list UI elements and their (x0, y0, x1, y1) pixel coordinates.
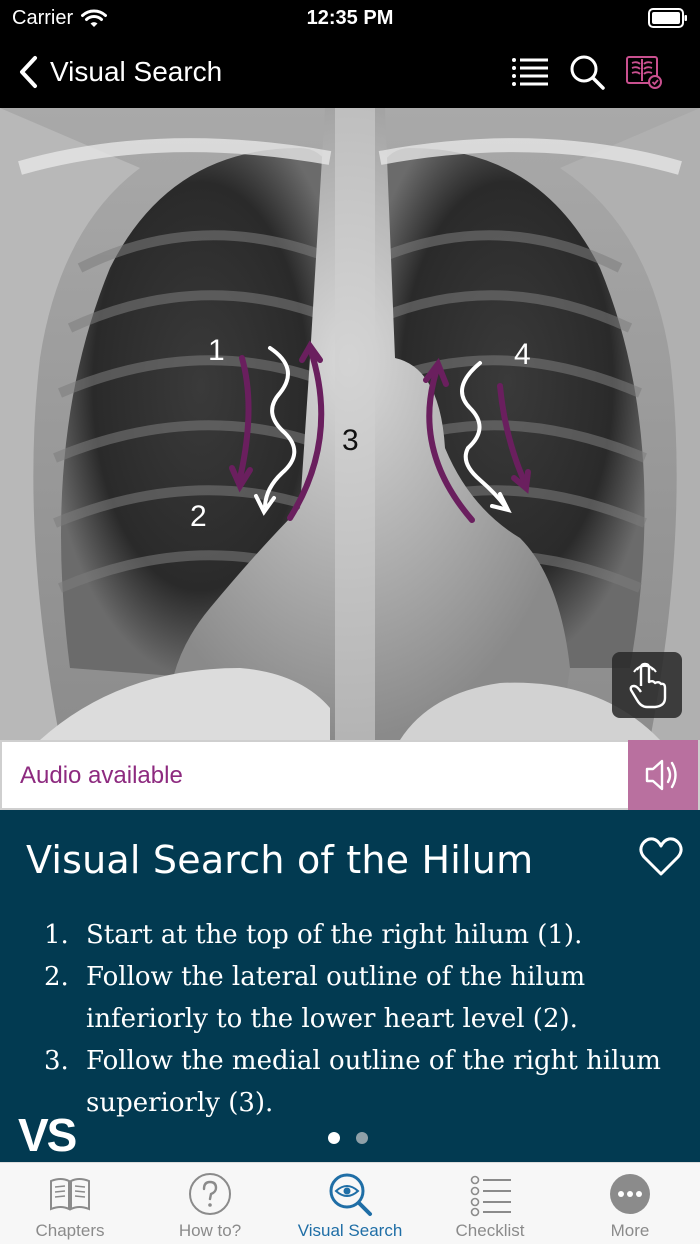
page-dot-1[interactable] (328, 1132, 340, 1144)
list-item: 3. Follow the medial outline of the righ… (44, 1040, 674, 1124)
tab-label: Visual Search (297, 1221, 403, 1240)
step-text: Start at the top of the right hilum (1). (86, 920, 583, 950)
nav-bar: Visual Search (0, 36, 700, 108)
tab-label: More (610, 1221, 650, 1240)
tab-label: Chapters (35, 1221, 105, 1240)
audio-bar: Audio available (0, 740, 700, 810)
search-icon[interactable] (568, 54, 608, 90)
xray-checklist-icon[interactable] (624, 54, 664, 90)
status-bar: Carrier 12:35 PM (0, 0, 700, 36)
vs-logo: VS (18, 1109, 77, 1161)
step-text: Follow the medial outline of the right h… (86, 1046, 661, 1118)
favorite-heart-icon[interactable] (638, 836, 684, 878)
page-title: Visual Search of the Hilum (26, 838, 534, 882)
tab-how-to[interactable]: How to? (140, 1163, 280, 1244)
eye-search-icon (329, 1173, 372, 1216)
tab-label: Checklist (455, 1221, 525, 1240)
tab-label: How to? (178, 1221, 242, 1240)
touch-gesture-button[interactable] (612, 652, 682, 718)
list-item: 2. Follow the lateral outline of the hil… (44, 956, 674, 1040)
page-indicator[interactable] (328, 1132, 368, 1144)
content-panel: Visual Search of the Hilum 1. Start at t… (0, 810, 700, 1162)
audio-play-button[interactable] (628, 740, 698, 810)
tab-chapters[interactable]: Chapters (0, 1163, 140, 1244)
list-item: 1. Start at the top of the right hilum (… (44, 914, 674, 956)
tab-visual-search[interactable]: Visual Search (280, 1163, 420, 1244)
xray-graphic: 1 2 3 4 (0, 108, 700, 740)
battery-icon (648, 8, 687, 28)
xray-label-3: 3 (342, 424, 359, 457)
xray-label-4: 4 (514, 338, 531, 371)
question-icon (189, 1173, 231, 1215)
back-button[interactable]: Visual Search (18, 52, 222, 92)
hand-pointer-icon (629, 662, 667, 709)
book-icon (50, 1178, 90, 1211)
steps-list: 1. Start at the top of the right hilum (… (44, 914, 674, 1124)
clock: 12:35 PM (306, 7, 394, 29)
chest-xray-image: 1 2 3 4 (0, 108, 700, 740)
checklist-icon (470, 1175, 511, 1217)
tab-checklist[interactable]: Checklist (420, 1163, 560, 1244)
more-icon (610, 1174, 650, 1214)
xray-label-1: 1 (208, 334, 225, 367)
tab-more[interactable]: More (560, 1163, 700, 1244)
nav-title: Visual Search (50, 56, 223, 87)
step-text: Follow the lateral outline of the hilum … (86, 962, 586, 1034)
step-number: 1. (44, 920, 69, 950)
xray-label-2: 2 (190, 500, 207, 533)
chevron-left-icon (20, 56, 37, 88)
list-icon[interactable] (510, 54, 550, 90)
tab-bar: Chapters How to? Visual Search Checklist (0, 1162, 700, 1244)
step-number: 2. (44, 962, 69, 992)
page-dot-2[interactable] (356, 1132, 368, 1144)
audio-label: Audio available (20, 762, 183, 789)
speaker-icon (645, 759, 677, 791)
